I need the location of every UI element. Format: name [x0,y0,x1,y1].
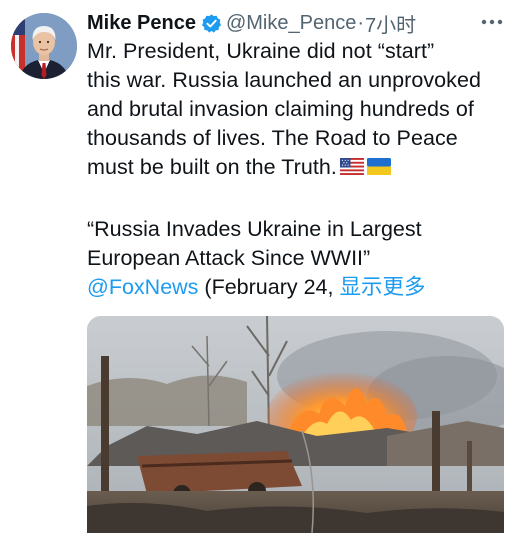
tweet-time[interactable]: 7小时 [365,9,416,38]
avatar-image [11,13,77,79]
separator-dot: · [357,11,364,34]
ukraine-flag-icon [366,154,391,183]
tweet-text-line-last: must be built on the Truth. [87,153,507,183]
author-handle[interactable]: @Mike_Pence [226,12,356,35]
tweet-text-line: and brutal invasion claiming hundreds of [87,97,474,121]
tweet-text-line: thousands of lives. The Road to Peace [87,126,458,150]
tweet-media-image[interactable] [87,316,504,533]
quote-line: European Attack Since WWII” [87,246,371,270]
author-name[interactable]: Mike Pence [87,12,196,35]
quote-source-line: @FoxNews (February 24, 显示更多 [87,273,507,302]
more-options-icon[interactable] [479,9,505,35]
tweet-text-line: must be built on the Truth. [87,155,337,179]
mention-link[interactable]: @FoxNews [87,275,198,299]
verified-badge-icon [201,13,222,34]
quoted-headline: “Russia Invades Ukraine in Largest Europ… [87,215,507,302]
tweet-text: Mr. President, Ukraine did not “start” t… [87,37,507,183]
show-more-link[interactable]: 显示更多 [339,275,425,299]
us-flag-icon [339,154,364,183]
avatar[interactable] [11,13,77,79]
date-text: (February 24, [198,275,340,299]
quote-line: “Russia Invades Ukraine in Largest [87,217,422,241]
tweet-text-line: this war. Russia launched an unprovoked [87,68,481,92]
tweet-header: Mike Pence @Mike_Pence · 7小时 [87,8,505,38]
tweet-text-line: Mr. President, Ukraine did not “start” [87,39,435,63]
fire-scene-photo [87,316,504,533]
